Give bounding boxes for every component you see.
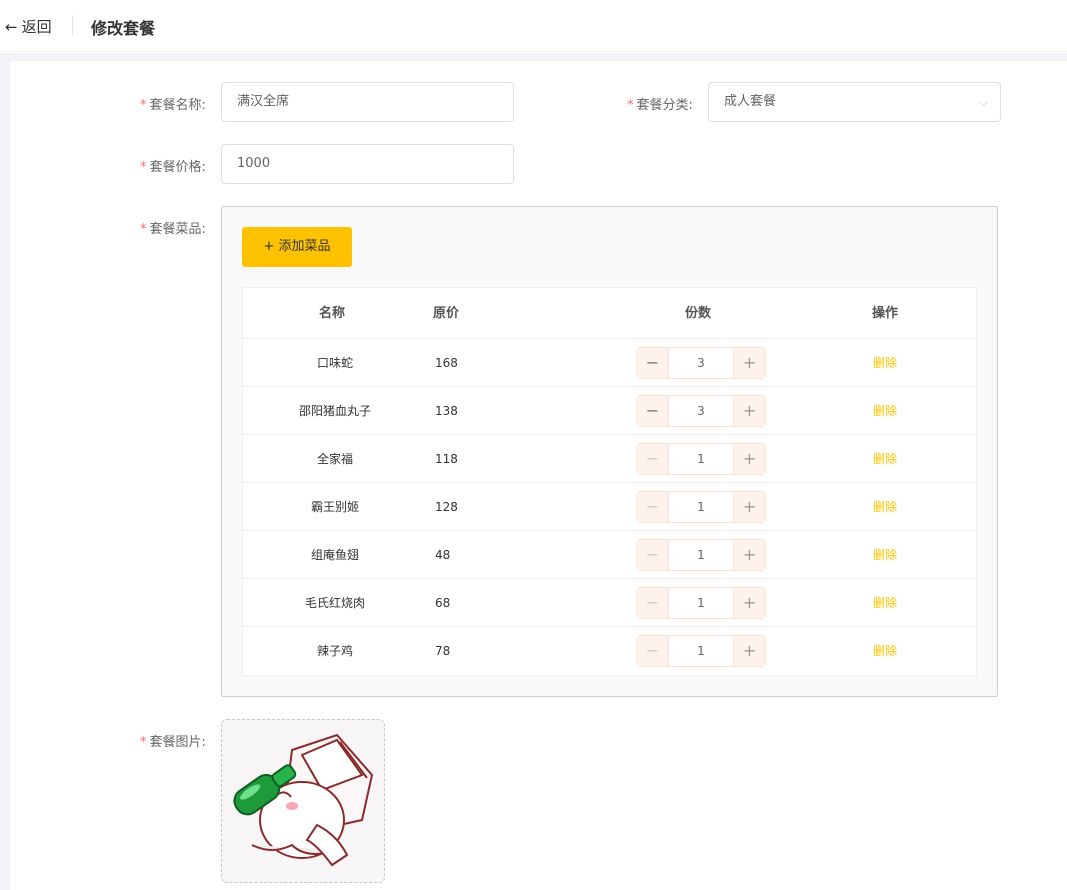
required-star: * [140,160,147,175]
decrement-button[interactable]: − [637,588,669,618]
quantity-stepper: − 3 + [636,395,766,427]
dish-price: 168 [435,356,458,370]
back-label: 返回 [21,18,52,36]
delete-link[interactable]: 删除 [873,483,897,531]
table-row: 全家福 118 − 1 + 删除 [243,434,976,482]
decrement-button[interactable]: − [637,540,669,570]
quantity-value[interactable]: 3 [669,348,733,378]
quantity-value[interactable]: 3 [669,396,733,426]
dish-price: 128 [435,500,458,514]
required-star: * [140,735,147,750]
delete-link[interactable]: 删除 [873,531,897,579]
increment-button[interactable]: + [733,588,765,618]
dish-price: 138 [435,404,458,418]
chevron-down-icon: ⌵ [978,95,988,109]
dish-name: 全家福 [316,452,353,466]
increment-button[interactable]: + [733,396,765,426]
category-select[interactable]: 成人套餐 ⌵ [708,82,1001,122]
quantity-stepper: − 1 + [636,491,766,523]
name-label: * 套餐名称: [140,94,206,113]
add-dish-button[interactable]: + 添加菜品 [242,227,352,267]
dish-price: 118 [435,452,458,466]
arrow-left-icon: ← [5,17,18,36]
column-header-price: 原价 [433,306,460,321]
increment-button[interactable]: + [733,492,765,522]
meal-image [233,733,374,867]
dish-name: 辣子鸡 [316,644,353,658]
decrement-button[interactable]: − [637,492,669,522]
name-input[interactable]: 满汉全席 [221,82,514,122]
back-button[interactable]: ← 返回 [5,16,52,37]
delete-link[interactable]: 删除 [873,579,897,627]
dish-name: 邵阳猪血丸子 [298,404,371,418]
price-label: * 套餐价格: [140,156,206,175]
dish-price: 68 [435,596,451,610]
quantity-stepper: − 1 + [636,539,766,571]
dish-name: 霸王别姬 [310,500,359,514]
delete-link[interactable]: 删除 [873,627,897,675]
column-header-name: 名称 [319,306,346,321]
required-star: * [140,98,147,113]
increment-button[interactable]: + [733,636,765,666]
header-shadow [0,53,1067,61]
dishes-label: * 套餐菜品: [140,218,206,237]
category-label: * 套餐分类: [627,94,693,113]
quantity-stepper: − 1 + [636,443,766,475]
column-header-action: 操作 [872,306,899,321]
page-title: 修改套餐 [91,19,156,38]
required-star: * [627,98,634,113]
header-divider [72,15,73,35]
image-upload[interactable] [221,719,385,883]
increment-button[interactable]: + [733,348,765,378]
dish-name: 毛氏红烧肉 [304,596,365,610]
dish-price: 48 [435,548,451,562]
left-gutter [0,53,10,890]
quantity-stepper: − 1 + [636,587,766,619]
dish-price: 78 [435,644,451,658]
table-row: 口味蛇 168 − 3 + 删除 [243,338,976,386]
image-label-text: 套餐图片: [149,735,206,750]
dish-panel: + 添加菜品 名称 原价 份数 操作 口味蛇 168 − 3 + 删除 邵阳猪血… [221,206,998,697]
price-input[interactable]: 1000 [221,144,514,184]
quantity-stepper: − 1 + [636,635,766,667]
quantity-value[interactable]: 1 [669,540,733,570]
required-star: * [140,222,147,237]
decrement-button[interactable]: − [637,444,669,474]
delete-link[interactable]: 删除 [873,387,897,435]
decrement-button[interactable]: − [637,396,669,426]
dishes-label-text: 套餐菜品: [149,222,206,237]
dish-name: 口味蛇 [316,356,353,370]
decrement-button[interactable]: − [637,636,669,666]
table-row: 霸王别姬 128 − 1 + 删除 [243,482,976,530]
image-label: * 套餐图片: [140,731,206,750]
quantity-value[interactable]: 1 [669,444,733,474]
quantity-value[interactable]: 1 [669,492,733,522]
delete-link[interactable]: 删除 [873,339,897,387]
table-row: 组庵鱼翅 48 − 1 + 删除 [243,530,976,578]
table-row: 邵阳猪血丸子 138 − 3 + 删除 [243,386,976,434]
increment-button[interactable]: + [733,444,765,474]
delete-link[interactable]: 删除 [873,435,897,483]
name-label-text: 套餐名称: [149,98,206,113]
category-select-value: 成人套餐 [724,94,777,109]
quantity-stepper: − 3 + [636,347,766,379]
dish-table: 名称 原价 份数 操作 口味蛇 168 − 3 + 删除 邵阳猪血丸子 138 … [242,287,977,676]
quantity-value[interactable]: 1 [669,588,733,618]
increment-button[interactable]: + [733,540,765,570]
decrement-button[interactable]: − [637,348,669,378]
top-bar: ← 返回 修改套餐 [0,0,1067,52]
column-header-qty: 份数 [685,306,712,321]
quantity-value[interactable]: 1 [669,636,733,666]
price-label-text: 套餐价格: [149,160,206,175]
category-label-text: 套餐分类: [636,98,693,113]
table-row: 毛氏红烧肉 68 − 1 + 删除 [243,578,976,626]
dish-name: 组庵鱼翅 [310,548,359,562]
table-row: 辣子鸡 78 − 1 + 删除 [243,626,976,674]
